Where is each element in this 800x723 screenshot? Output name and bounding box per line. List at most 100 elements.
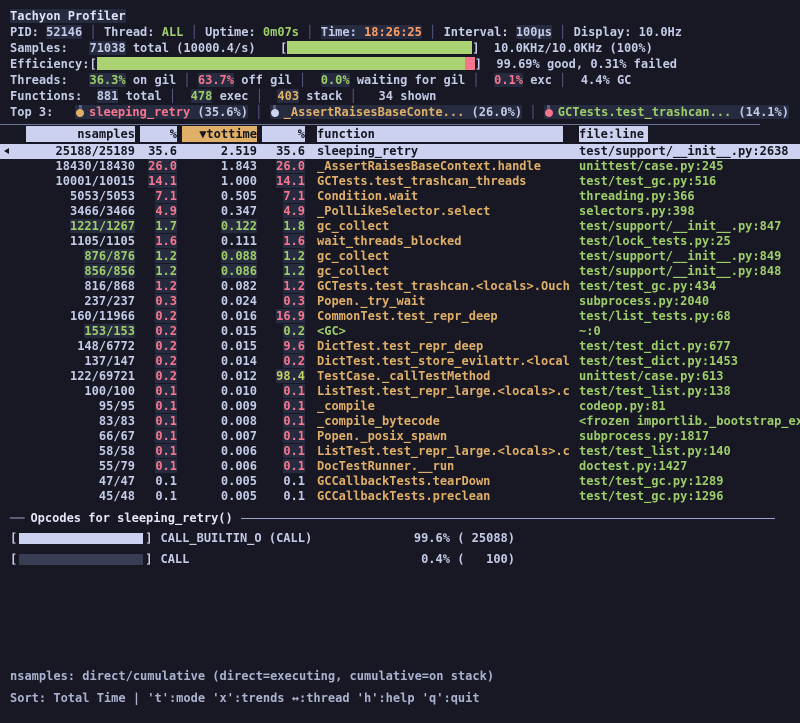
status-segment: Interval: — [444, 25, 516, 39]
threads-segment: 4.4% GC — [581, 73, 632, 87]
cell-function: TestCase._callTestMethod — [305, 369, 569, 384]
cell-nsamples: 148/6772 — [14, 339, 135, 354]
cell-nsamples-value: 18430/18430 — [56, 159, 135, 173]
cell-fileline-value: test/support/__init__.py:848 — [579, 264, 781, 278]
table-row[interactable]: 83/830.10.0080.1_compile_bytecode<frozen… — [0, 414, 800, 429]
cell-nsamples: 237/237 — [14, 294, 135, 309]
table-row[interactable]: 856/8561.20.0861.2gc_collecttest/support… — [0, 264, 800, 279]
opcodes-list: []CALL_BUILTIN_O (CALL)99.6% ( 25088)[]C… — [0, 528, 800, 570]
cell-fileline: test/test_dict.py:677 — [569, 339, 800, 354]
status-line: PID: 52146 │ Thread: ALL │ Uptime: 0m07s… — [10, 24, 800, 40]
column-header-percent-cumulative[interactable]: % — [257, 126, 305, 144]
table-row[interactable]: 1105/11051.60.1111.6wait_threads_blocked… — [0, 234, 800, 249]
table-row-selected[interactable]: 25188/2518935.62.51935.6sleeping_retryte… — [0, 144, 800, 159]
cell-percent-cumulative: 16.9 — [257, 309, 305, 324]
cell-fileline-value: test/test_gc.py:434 — [579, 279, 716, 293]
table-row[interactable]: 10001/1001514.11.00014.1GCTests.test_tra… — [0, 174, 800, 189]
cell-nsamples-value: 58/58 — [99, 444, 135, 458]
cell-percent-cumulative: 0.1 — [257, 444, 305, 459]
cell-nsamples-value: 45/48 — [99, 489, 135, 503]
cell-percent-cumulative-value: 0.1 — [283, 474, 305, 488]
cell-percent-cumulative: 0.3 — [257, 294, 305, 309]
opcode-bar — [19, 533, 143, 544]
table-row[interactable]: 45/480.10.0050.1GCCallbackTests.preclean… — [0, 489, 800, 504]
cell-percent-direct-value: 1.2 — [155, 249, 177, 263]
cell-function: DocTestRunner.__run — [305, 459, 569, 474]
cell-tottime: 0.088 — [177, 249, 257, 264]
row-gutter — [0, 339, 14, 354]
cell-function-value: _PollLikeSelector.select — [317, 204, 490, 218]
cell-percent-cumulative-value: 1.2 — [283, 264, 305, 278]
cell-tottime-value: 0.012 — [221, 369, 257, 383]
row-gutter — [0, 204, 14, 219]
column-header-tottime-sorted[interactable]: ▼tottime — [177, 126, 257, 144]
cell-function: Condition.wait — [305, 189, 569, 204]
cell-tottime-value: 0.006 — [221, 444, 257, 458]
table-row[interactable]: 237/2370.30.0240.3Popen._try_waitsubproc… — [0, 294, 800, 309]
cell-percent-cumulative-value: 26.0 — [276, 159, 305, 173]
table-row[interactable]: 58/580.10.0060.1ListTest.test_repr_large… — [0, 444, 800, 459]
functions-segment: shown — [393, 89, 436, 103]
status-segment: 52146 — [46, 25, 82, 39]
table-row[interactable]: 148/67720.20.0159.6DictTest.test_repr_de… — [0, 339, 800, 354]
functions-segment: exec — [212, 89, 248, 103]
table-row[interactable]: 1221/12671.70.1221.8gc_collecttest/suppo… — [0, 219, 800, 234]
cell-function-value: DictTest.test_repr_deep — [317, 339, 483, 353]
table-row[interactable]: 66/670.10.0070.1Popen._posix_spawnsubpro… — [0, 429, 800, 444]
cell-tottime-value: 0.122 — [221, 219, 257, 233]
row-gutter — [0, 249, 14, 264]
cell-tottime-value: 1.000 — [221, 174, 257, 188]
cell-tottime: 1.000 — [177, 174, 257, 189]
cell-tottime: 0.024 — [177, 294, 257, 309]
cell-nsamples: 3466/3466 — [14, 204, 135, 219]
table-row[interactable]: 153/1530.20.0150.2<GC>~:0 — [0, 324, 800, 339]
column-header-nsamples[interactable]: nsamples — [14, 126, 135, 144]
cell-fileline-value: test/support/__init__.py:847 — [579, 219, 781, 233]
column-header-function[interactable]: function — [305, 126, 569, 144]
row-gutter — [0, 369, 14, 384]
row-gutter — [0, 354, 14, 369]
table-row[interactable]: 816/8681.20.0821.2GCTests.test_trashcan.… — [0, 279, 800, 294]
cell-percent-cumulative: 0.1 — [257, 459, 305, 474]
row-gutter — [0, 474, 14, 489]
cell-percent-direct-value: 0.1 — [155, 399, 177, 413]
cell-function-value: _AssertRaisesBaseContext.handle — [317, 159, 541, 173]
table-row[interactable]: 137/1470.20.0140.2DictTest.test_store_ev… — [0, 354, 800, 369]
column-header-fileline[interactable]: file:line — [569, 126, 800, 144]
cell-nsamples: 45/48 — [14, 489, 135, 504]
cell-percent-cumulative-value: 1.2 — [283, 279, 305, 293]
medal-silver-icon — [271, 109, 279, 117]
cell-percent-cumulative: 1.2 — [257, 249, 305, 264]
row-gutter — [0, 309, 14, 324]
table-row[interactable]: 876/8761.20.0881.2gc_collecttest/support… — [0, 249, 800, 264]
table-row[interactable]: 3466/34664.90.3474.9_PollLikeSelector.se… — [0, 204, 800, 219]
samples-rate: 10.0KHz/10.0KHz (100%) — [479, 41, 652, 55]
cell-fileline: threading.py:366 — [569, 189, 800, 204]
cell-percent-cumulative-value: 0.1 — [283, 414, 305, 428]
table-row[interactable]: 18430/1843026.01.84326.0_AssertRaisesBas… — [0, 159, 800, 174]
status-segment: Time: — [321, 25, 364, 39]
table-row[interactable]: 122/697210.20.01298.4TestCase._callTestM… — [0, 369, 800, 384]
cell-percent-cumulative: 1.8 — [257, 219, 305, 234]
column-header-percent-direct[interactable]: % — [135, 126, 177, 144]
cell-tottime-value: 0.009 — [221, 399, 257, 413]
cell-percent-cumulative: 0.1 — [257, 474, 305, 489]
cell-fileline-value: test/lock_tests.py:25 — [579, 234, 731, 248]
table-row[interactable]: 95/950.10.0090.1_compilecodeop.py:81 — [0, 399, 800, 414]
cell-percent-cumulative-value: 0.1 — [283, 384, 305, 398]
cell-fileline: subprocess.py:2040 — [569, 294, 800, 309]
cell-tottime-value: 0.016 — [221, 309, 257, 323]
table-row[interactable]: 5053/50537.10.5057.1Condition.waitthread… — [0, 189, 800, 204]
cell-tottime: 0.010 — [177, 384, 257, 399]
cell-nsamples: 47/47 — [14, 474, 135, 489]
table-row[interactable]: 47/470.10.0050.1GCCallbackTests.tearDown… — [0, 474, 800, 489]
table-row[interactable]: 160/119660.20.01616.9CommonTest.test_rep… — [0, 309, 800, 324]
table-row[interactable]: 100/1000.10.0100.1ListTest.test_repr_lar… — [0, 384, 800, 399]
table-row[interactable]: 55/790.10.0060.1DocTestRunner.__rundocte… — [0, 459, 800, 474]
cell-tottime: 0.016 — [177, 309, 257, 324]
cell-fileline-value: test/test_list.py:138 — [579, 384, 731, 398]
top3-separator: │ — [248, 105, 270, 119]
cell-tottime-value: 0.005 — [221, 474, 257, 488]
functions-segment: Functions: — [10, 89, 97, 103]
cell-percent-cumulative: 0.1 — [257, 399, 305, 414]
